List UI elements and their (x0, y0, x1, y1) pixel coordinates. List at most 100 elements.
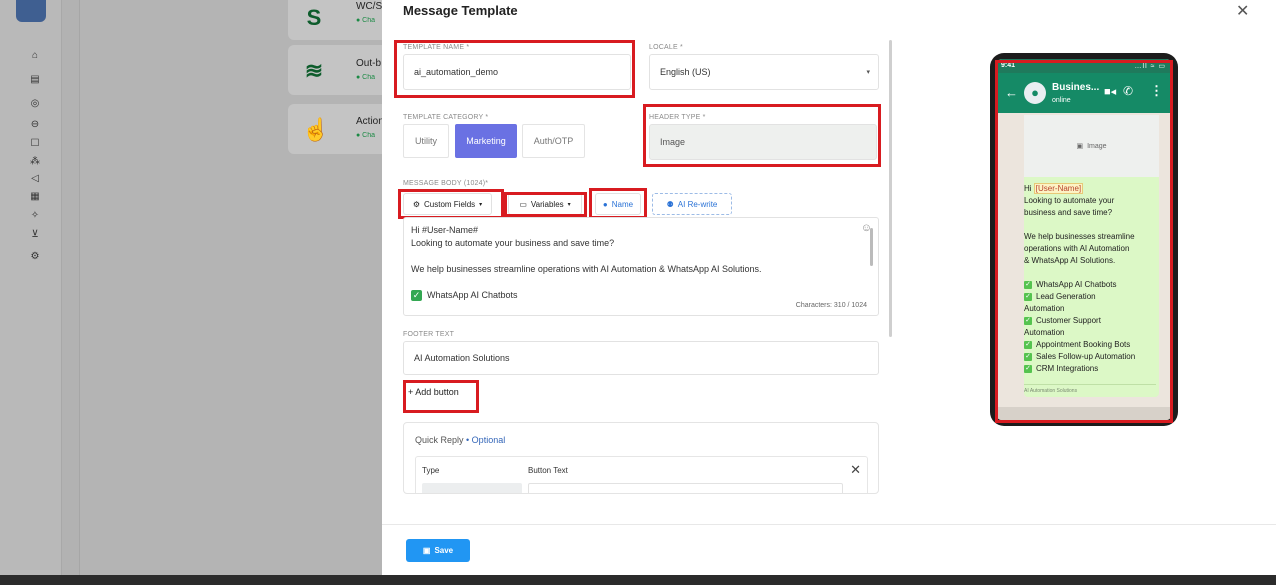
checkmark-icon: ✓ (1024, 352, 1032, 361)
ai-rewrite-label: AI Re-write (677, 199, 718, 209)
checkmark-icon: ✓ (1024, 316, 1032, 325)
shopify-icon: S (306, 5, 322, 30)
integration-card[interactable]: ☝ Action ● Cha (288, 104, 388, 154)
check-item: ✓ Sales Follow-up Automation (1024, 351, 1156, 363)
template-category-label: TEMPLATE CATEGORY * (403, 114, 489, 121)
preview-line: Looking to automate your (1024, 196, 1115, 205)
locale-label: LOCALE * (649, 44, 683, 51)
home-icon[interactable]: ⌂ (28, 50, 42, 62)
preview-footer: AI Automation Solutions (1024, 384, 1156, 394)
template-name-value: ai_automation_demo (414, 67, 499, 77)
cart-icon[interactable]: ⊻ (28, 229, 42, 241)
body-line: Hi #User-Name# (411, 225, 479, 235)
form-scrollbar[interactable] (889, 40, 892, 337)
custom-fields-button[interactable]: ⚙ Custom Fields ▾ (403, 193, 492, 215)
close-icon[interactable]: ✕ (1236, 1, 1249, 21)
chevron-down-icon: ▾ (866, 69, 870, 76)
caret-down-icon: ▾ (567, 201, 571, 208)
name-button[interactable]: ● Name (595, 193, 641, 215)
robot-icon: ⚉ (666, 199, 674, 209)
footer-text-label: FOOTER TEXT (403, 331, 455, 338)
custom-fields-label: Custom Fields (424, 199, 476, 209)
integrations-icon[interactable]: ✧ (28, 210, 42, 222)
business-status: online (1052, 97, 1071, 104)
business-name: Busines... (1052, 82, 1100, 93)
floppy-disk-icon: ▣ (422, 546, 431, 555)
taskbar (0, 575, 1276, 585)
gear-icon: ⚙ (412, 199, 421, 209)
category-auth-otp[interactable]: Auth/OTP (522, 124, 585, 158)
settings-icon[interactable]: ⚙ (28, 251, 42, 263)
button-text-input[interactable] (528, 483, 843, 493)
whatsapp-header: ← ● Busines... online ■◂ ✆ ⋮ (996, 73, 1172, 113)
body-line: Looking to automate your business and sa… (411, 238, 615, 248)
locale-value: English (US) (660, 67, 711, 77)
phone-preview: 9:41 …ll ≈ ▭ ← ● Busines... online ■◂ ✆ … (990, 53, 1178, 426)
footer-text-input[interactable]: AI Automation Solutions (403, 341, 879, 375)
status-icons: …ll ≈ ▭ (1134, 63, 1166, 70)
button-type-select[interactable] (422, 483, 522, 493)
preview-spacer (1024, 219, 1156, 231)
template-name-label: TEMPLATE NAME * (403, 44, 470, 51)
hand-pointer-icon: ☝ (302, 117, 330, 142)
preview-line: business and save time? (1024, 208, 1113, 217)
wifi-icon: ≋ (304, 58, 324, 83)
bot-icon[interactable]: ☐ (28, 138, 42, 150)
phone-screen: 9:41 …ll ≈ ▭ ← ● Busines... online ■◂ ✆ … (996, 59, 1172, 420)
modal-footer-divider (382, 524, 1276, 525)
link-icon[interactable]: ⊖ (28, 119, 42, 131)
textarea-scrollbar[interactable] (870, 228, 873, 266)
modal-title: Message Template (403, 3, 518, 18)
flows-icon[interactable]: ▦ (28, 191, 42, 203)
checkmark-icon: ✓ (1024, 292, 1032, 301)
header-type-select[interactable]: Image (649, 124, 877, 160)
app-sidebar-rail: ⌂ ▤ ◎ ⊖ ☐ ⁂ ◁ ▦ ✧ ⊻ ⚙ (0, 0, 62, 585)
character-count: Characters: 310 / 1024 (795, 302, 867, 309)
integration-card[interactable]: ≋ Out-b ● Cha (288, 45, 388, 95)
category-utility[interactable]: Utility (403, 124, 449, 158)
message-body-textarea[interactable]: Hi #User-Name# Looking to automate your … (403, 217, 879, 316)
preview-line: We help businesses streamline (1024, 232, 1135, 241)
message-text: Hi [User-Name] Looking to automate your … (1024, 183, 1156, 375)
message-bubble: ▣ Image Hi [User-Name] Looking to automa… (1024, 115, 1159, 397)
chat-icon[interactable]: ▤ (28, 74, 42, 86)
app-logo (16, 0, 46, 22)
arrow-left-icon: ← (1005, 85, 1018, 100)
category-marketing[interactable]: Marketing (455, 124, 517, 158)
variables-button[interactable]: ▭ Variables ▾ (508, 193, 582, 215)
locale-select[interactable]: English (US) ▾ (649, 54, 879, 90)
remove-row-icon[interactable]: ✕ (850, 462, 861, 478)
keyboard-icon: ▭ (519, 199, 527, 209)
checkmark-icon: ✓ (1024, 340, 1032, 349)
check-item-text: Customer Support (1036, 316, 1101, 325)
image-label: Image (1087, 142, 1107, 150)
body-line: ✓ WhatsApp AI Chatbots (411, 290, 518, 302)
integration-card[interactable]: S WC/S ● Cha (288, 0, 388, 40)
body-line-text: WhatsApp AI Chatbots (427, 290, 518, 300)
check-item: ✓ Lead Generation (1024, 291, 1156, 303)
check-item-text: Automation (1024, 304, 1065, 313)
save-button[interactable]: ▣ Save (406, 539, 470, 562)
avatar: ● (1024, 82, 1046, 104)
name-button-label: Name (611, 199, 634, 209)
header-image-placeholder: ▣ Image (1024, 115, 1159, 177)
broadcast-icon[interactable]: ◁ (28, 173, 42, 185)
template-name-input[interactable]: ai_automation_demo (403, 54, 631, 90)
contacts-icon[interactable]: ⁂ (28, 156, 42, 168)
preview-spacer (1024, 267, 1156, 279)
ai-rewrite-button[interactable]: ⚉ AI Re-write (652, 193, 732, 215)
quick-reply-title: Quick Reply • Optional (415, 435, 505, 445)
quick-reply-row: Type Button Text ✕ (415, 456, 868, 493)
phone-status-bar: 9:41 …ll ≈ ▭ (996, 59, 1172, 73)
footer-text-value: AI Automation Solutions (414, 353, 510, 363)
user-name-tag: [User-Name] (1033, 183, 1084, 194)
check-item: ✓ WhatsApp AI Chatbots (1024, 279, 1156, 291)
video-call-icon: ■◂ (1104, 86, 1117, 98)
add-button[interactable]: + Add button (408, 387, 459, 397)
check-item-text: Lead Generation (1036, 292, 1096, 301)
greeting: Hi (1024, 184, 1032, 193)
user-circle-icon: ● (602, 199, 608, 209)
check-item-text: WhatsApp AI Chatbots (1036, 280, 1117, 289)
whatsapp-icon[interactable]: ◎ (28, 98, 42, 110)
header-type-value: Image (660, 137, 686, 147)
